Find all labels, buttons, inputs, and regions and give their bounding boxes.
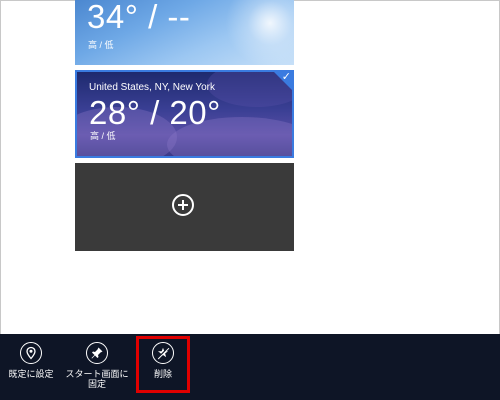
tile-hilo-label: 高 / 低	[88, 40, 114, 50]
pin-to-start-button[interactable]: スタート画面に固定	[64, 342, 130, 389]
pin-icon	[86, 342, 108, 364]
set-default-label: 既定に設定	[8, 369, 54, 379]
favorite-place-tile-selected[interactable]: United States, NY, New York 28° / 20° 高 …	[75, 70, 294, 158]
location-pin-icon	[20, 342, 42, 364]
favorite-place-tile[interactable]: 34° / -- 高 / 低	[75, 0, 294, 65]
checkmark-icon: ✓	[281, 71, 291, 83]
set-default-button[interactable]: 既定に設定	[0, 342, 64, 379]
add-place-tile[interactable]	[75, 163, 294, 251]
add-circle-icon	[172, 194, 194, 216]
tile-temperature: 28° / 20°	[89, 94, 221, 131]
app-bar: 既定に設定 スタート画面に固定 削除	[0, 334, 500, 400]
tile-hilo-label: 高 / 低	[90, 131, 116, 141]
tile-location: United States, NY, New York	[89, 82, 215, 93]
highlight-box	[136, 336, 190, 393]
pin-to-start-label: スタート画面に固定	[65, 369, 129, 389]
tile-temperature: 34° / --	[87, 0, 191, 35]
sun-flare	[225, 0, 294, 65]
